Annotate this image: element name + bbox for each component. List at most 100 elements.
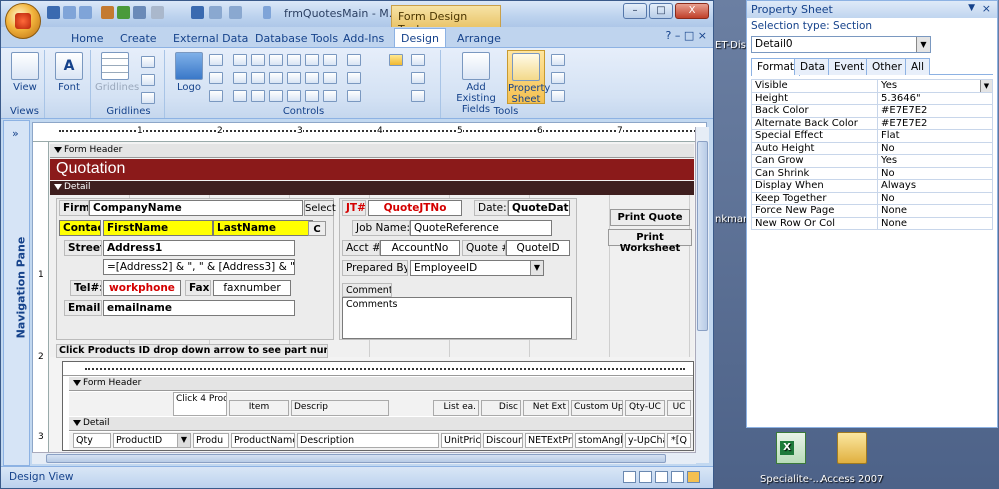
line-icon[interactable] (287, 54, 301, 66)
tab-arrange[interactable]: Arrange (453, 30, 505, 47)
subform-control[interactable]: Form Header Click 4 Product Frm Item Des… (62, 361, 694, 451)
accountno-field[interactable]: AccountNo (380, 240, 460, 256)
undo-icon[interactable] (63, 6, 76, 19)
line-width-icon[interactable] (141, 56, 155, 68)
company-field[interactable]: CompanyName (89, 200, 303, 216)
option-icon[interactable] (269, 90, 283, 102)
close-button[interactable]: X (675, 3, 709, 19)
property-value[interactable]: No (877, 166, 993, 180)
font-button[interactable]: A Font (53, 52, 85, 93)
quotedate-field[interactable]: QuoteDate (508, 200, 570, 216)
form-view-icon[interactable] (623, 471, 636, 483)
form-header-bar[interactable]: Form Header (50, 144, 694, 158)
comments-field[interactable]: Comments (342, 297, 572, 339)
tab-data[interactable]: Data (794, 58, 832, 75)
property-row[interactable]: Can Grow Yes (751, 154, 993, 168)
tab-event[interactable]: Event (828, 58, 871, 75)
subform-field[interactable]: stomAngleUp (575, 433, 623, 448)
tab-format[interactable]: Format (751, 58, 801, 76)
property-row[interactable]: Height 5.3646" (751, 91, 993, 105)
unbound-icon[interactable] (305, 90, 319, 102)
property-value[interactable]: 5.3646" (877, 91, 993, 105)
maximize-button[interactable]: □ (649, 3, 673, 19)
excel-file-icon[interactable]: X Specialite-... (760, 432, 822, 485)
line-type-icon[interactable] (141, 74, 155, 86)
subform-col-header[interactable]: Item (229, 400, 289, 416)
label-icon[interactable] (233, 72, 247, 84)
property-row[interactable]: Special Effect Flat (751, 129, 993, 143)
property-value[interactable]: No (877, 191, 993, 205)
help-icon[interactable]: ? – □ × (666, 29, 707, 42)
subform-field[interactable]: Discount (483, 433, 523, 448)
property-value[interactable]: No (877, 141, 993, 155)
workphone-field[interactable]: workphone (103, 280, 181, 296)
dropdown-arrow-icon[interactable]: ▼ (530, 261, 543, 275)
dropdown-arrow-icon[interactable]: ▼ (177, 433, 191, 448)
button-icon[interactable] (251, 72, 265, 84)
quotereference-field[interactable]: QuoteReference (410, 220, 552, 236)
subform-field[interactable]: ProductName (231, 433, 295, 448)
dropdown-arrow-icon[interactable]: ▼ (968, 3, 975, 13)
combo-icon[interactable] (269, 72, 283, 84)
subform-col-header[interactable]: Disc (481, 400, 521, 416)
select-button[interactable]: Select (304, 200, 336, 216)
folder-icon[interactable]: Access 2007 (820, 432, 884, 485)
employeeid-combo[interactable]: EmployeeID ▼ (410, 260, 544, 276)
redo-icon[interactable] (79, 6, 92, 19)
quotation-label[interactable]: Quotation (56, 160, 125, 178)
dropdown-arrow-icon[interactable]: ▼ (980, 80, 992, 92)
property-value[interactable]: Flat (877, 129, 993, 143)
tab-home[interactable]: Home (67, 30, 107, 47)
property-row[interactable]: Keep Together No (751, 191, 993, 205)
checkbox-icon[interactable] (233, 90, 247, 102)
subform-field[interactable]: *[Q (667, 433, 691, 448)
faxnumber-field[interactable]: faxnumber (213, 280, 291, 296)
subform-new-window-icon[interactable] (551, 90, 565, 102)
property-value[interactable]: #E7E7E2 (877, 116, 993, 130)
tool-icon-2[interactable] (117, 6, 130, 19)
subform-field[interactable]: NETExtPrice (525, 433, 573, 448)
scrollbar-thumb[interactable] (697, 141, 708, 331)
tab-create[interactable]: Create (116, 30, 161, 47)
tab-order-icon[interactable] (551, 72, 565, 84)
code-icon[interactable] (551, 54, 565, 66)
option-group-icon[interactable] (251, 54, 265, 66)
property-row[interactable]: Back Color #E7E7E2 (751, 104, 993, 118)
vertical-scrollbar[interactable] (695, 127, 709, 463)
line-color-icon[interactable] (141, 92, 155, 104)
address-expression-field[interactable]: =[Address2] & ", " & [Address3] & " " & (103, 259, 295, 275)
tab-control-icon[interactable] (287, 90, 301, 102)
subform-col-header[interactable]: Descrip (291, 400, 389, 416)
form-icon[interactable] (191, 6, 204, 19)
expand-chevron-icon[interactable]: » (12, 127, 19, 140)
toggle-icon[interactable] (251, 90, 265, 102)
bound-icon[interactable] (323, 90, 337, 102)
scrollbar-thumb[interactable] (46, 454, 666, 463)
subform-field[interactable]: Description (297, 433, 439, 448)
tab-external-data[interactable]: External Data (169, 30, 252, 47)
wizard-icon[interactable] (411, 72, 425, 84)
subform-field[interactable]: UnitPrice (441, 433, 481, 448)
qat-dropdown-icon[interactable] (263, 6, 271, 19)
subform-header-bar[interactable]: Form Header (69, 377, 693, 391)
section-selector[interactable]: Detail0 ▼ (751, 36, 931, 53)
table-icon[interactable] (209, 6, 222, 19)
property-value[interactable]: #E7E7E2 (877, 104, 993, 118)
tab-add-ins[interactable]: Add-Ins (339, 30, 388, 47)
property-sheet-button[interactable]: Property Sheet (507, 50, 550, 105)
property-row[interactable]: Alternate Back Color #E7E7E2 (751, 116, 993, 130)
tool-icon-3[interactable] (133, 6, 146, 19)
print-quote-button[interactable]: Print Quote (610, 209, 690, 226)
property-row[interactable]: Display When Always (751, 179, 993, 193)
layout-view-icon[interactable] (655, 471, 668, 483)
subform-col-header[interactable]: Click 4 Product Frm (173, 392, 227, 416)
chart-icon[interactable] (305, 54, 319, 66)
list-icon[interactable] (287, 72, 301, 84)
property-row[interactable]: New Row Or Col None (751, 216, 993, 230)
select-icon[interactable] (389, 54, 403, 66)
address1-field[interactable]: Address1 (103, 240, 295, 256)
textbox-icon[interactable] (233, 54, 247, 66)
navigation-pane[interactable]: » Navigation Pane (3, 120, 30, 466)
title-icon[interactable] (209, 54, 223, 66)
horizontal-scrollbar[interactable] (32, 452, 696, 464)
